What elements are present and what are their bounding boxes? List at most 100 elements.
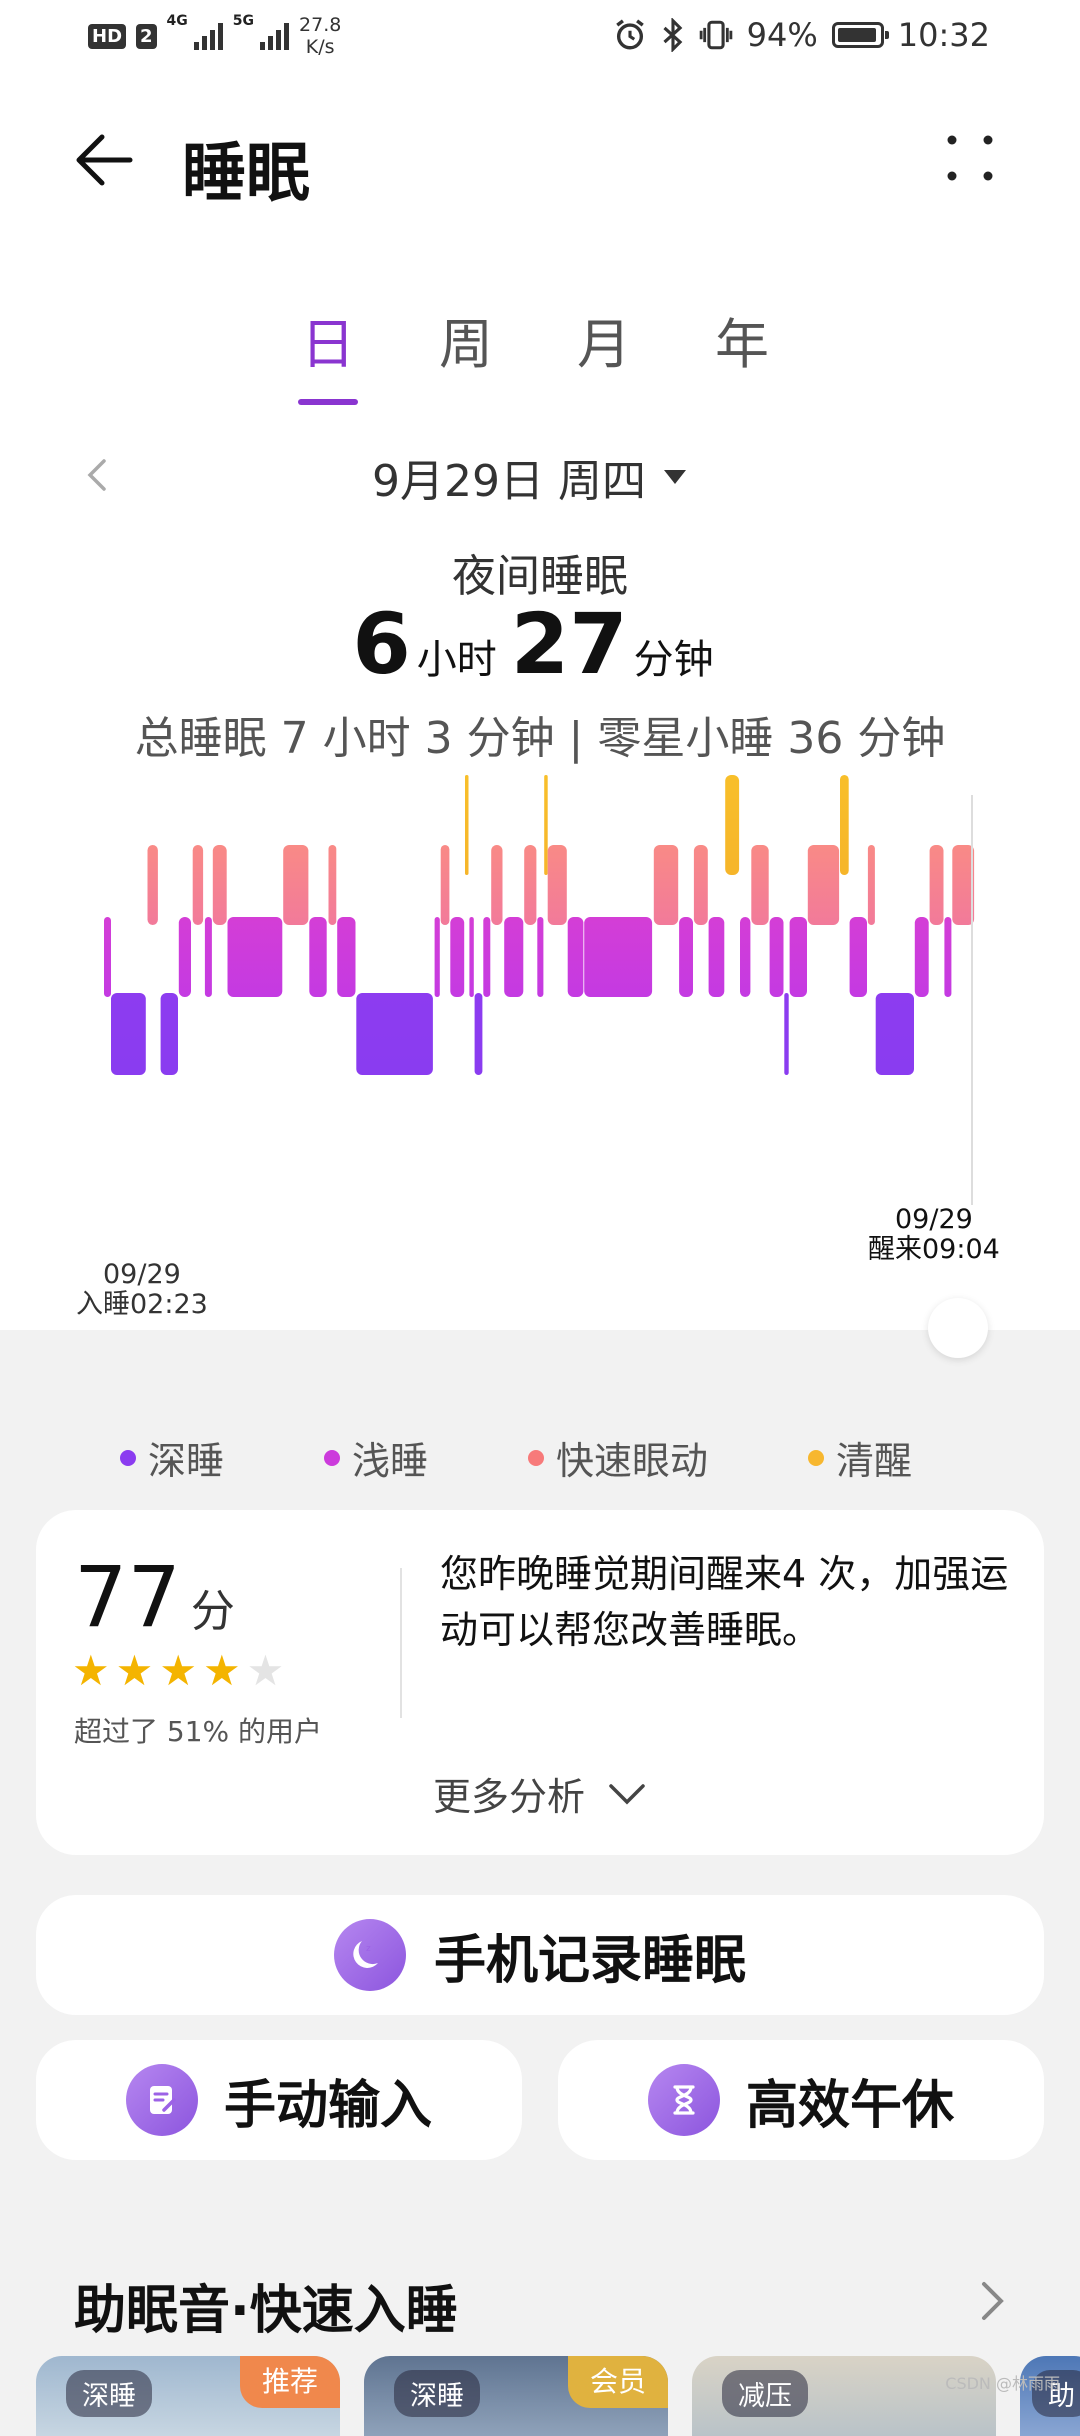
sound-tile[interactable]: 深睡 会员 [364,2356,668,2436]
sound-tile[interactable]: 减压 [692,2356,996,2436]
stage-segment-light [679,917,693,997]
signal-1-label: 4G [166,13,188,29]
stage-segment-rem [212,845,227,925]
vibrate-icon [699,20,732,50]
tab-day[interactable]: 日 [298,300,358,405]
stage-segment-rem [693,845,708,925]
chart-scrub-handle[interactable] [928,1298,988,1358]
more-analysis-button[interactable]: 更多分析 [36,1766,1044,1821]
battery-percent: 94% [746,16,818,54]
stage-segment-deep [784,993,789,1075]
battery-icon [831,22,889,48]
sound-tile-badge: 推荐 [239,2356,340,2408]
wake-time: 醒来09:04 [868,1234,1000,1265]
manual-input-label: 手动输入 [223,2075,432,2136]
net-speed-value: 27.8 [299,14,342,36]
stage-segment-awake [465,775,469,875]
stage-segment-deep [111,993,146,1075]
stage-segment-rem [328,845,337,925]
more-analysis-label: 更多分析 [432,1775,585,1819]
stage-segment-awake [840,775,849,875]
legend-awake-dot [808,1449,825,1466]
stage-segment-light [789,917,807,997]
more-dots-icon[interactable] [940,128,1000,188]
back-arrow-icon[interactable] [70,125,140,195]
tab-week[interactable]: 周 [438,300,494,379]
stage-segment-light [740,917,751,997]
legend-rem-dot [528,1449,545,1466]
svg-text:z: z [366,1944,371,1954]
sound-tile-tag: 减压 [722,2370,808,2417]
stage-segment-light [178,917,191,997]
page-title: 睡眠 [182,137,310,211]
legend-light-label: 浅睡 [352,1439,429,1483]
stage-segment-rem [547,845,567,925]
stage-segment-light [469,917,474,997]
stage-segment-light [104,917,111,997]
stage-segment-light [708,917,725,997]
moon-icon: z [333,1919,406,1991]
stage-segment-rem [867,845,875,925]
bluetooth-icon [663,18,682,52]
prev-day-chevron-icon[interactable] [82,455,112,495]
stage-segment-rem [192,845,204,925]
legend-deep: 深睡 [120,1430,224,1485]
stage-segment-light [227,917,283,997]
stage-segment-light [434,917,440,997]
stage-segment-rem [952,845,975,925]
hourglass-icon [647,2064,720,2136]
duration-minutes-unit: 分钟 [633,637,714,683]
total-sleep-line: 总睡眠 7 小时 3 分钟 | 零星小睡 36 分钟 [134,713,946,764]
sleep-score: 77 分 [74,1548,235,1646]
star-empty-icon: ★ [246,1646,285,1695]
legend-light-dot [324,1449,341,1466]
date-selector[interactable]: 9月29日 周四 [372,445,686,509]
star-icon: ★ [72,1646,110,1695]
stage-segment-deep [160,993,178,1075]
stage-segment-light [483,917,491,997]
score-value: 77 [74,1548,181,1646]
sim-slot-badge: 2 [136,23,157,49]
efficient-nap-button[interactable]: 高效午休 [558,2040,1044,2160]
legend-rem: 快速眼动 [528,1430,708,1485]
stage-segment-light [769,917,784,997]
phone-record-label: 手机记录睡眠 [433,1930,746,1991]
net-speed-unit: K/s [305,36,335,58]
stage-segment-light [584,917,653,997]
stage-segment-deep [875,993,914,1075]
stage-segment-light [504,917,524,997]
stage-segment-deep [356,993,433,1075]
bedtime-date: 09/29 [103,1259,181,1290]
stage-segment-rem [751,845,769,925]
star-icon: ★ [115,1646,154,1695]
sound-tile[interactable]: 深睡 推荐 [36,2356,340,2436]
phone-record-sleep-button[interactable]: z 手机记录睡眠 [36,1895,1044,2015]
sound-tile-tag: 深睡 [394,2370,480,2417]
sound-tile[interactable]: 助 [1020,2356,1080,2436]
tab-month[interactable]: 月 [576,300,632,379]
stage-segment-light [450,917,465,997]
hd-badge: HD [88,23,127,49]
sound-tile-badge: 会员 [567,2356,668,2408]
chevron-right-icon[interactable] [978,2278,1008,2324]
legend-rem-label: 快速眼动 [556,1439,709,1483]
stage-segment-light [337,917,356,997]
stage-segment-rem [440,845,450,925]
sound-tile-tag: 深睡 [66,2370,152,2417]
wake-label: 09/29 醒来09:04 [868,1205,1000,1265]
stage-segment-rem [929,845,944,925]
legend-awake: 清醒 [808,1430,912,1485]
stage-segment-rem [653,845,679,925]
sleep-advice: 您昨晚睡觉期间醒来4 次，加强运动可以帮您改善睡眠。 [440,1552,1009,1652]
star-icon: ★ [202,1646,241,1695]
star-rating: ★ ★ ★ ★ ★ [72,1650,284,1692]
stage-segment-awake [544,775,548,875]
tab-year[interactable]: 年 [714,300,770,379]
edit-note-icon [125,2064,198,2136]
legend-deep-dot [120,1449,136,1466]
chevron-down-icon [609,1783,645,1804]
manual-input-button[interactable]: 手动输入 [36,2040,522,2160]
duration-hours: 6 [352,595,411,693]
stage-legend: 深睡 浅睡 快速眼动 清醒 [120,1430,912,1485]
sleep-stage-chart [104,775,975,1205]
